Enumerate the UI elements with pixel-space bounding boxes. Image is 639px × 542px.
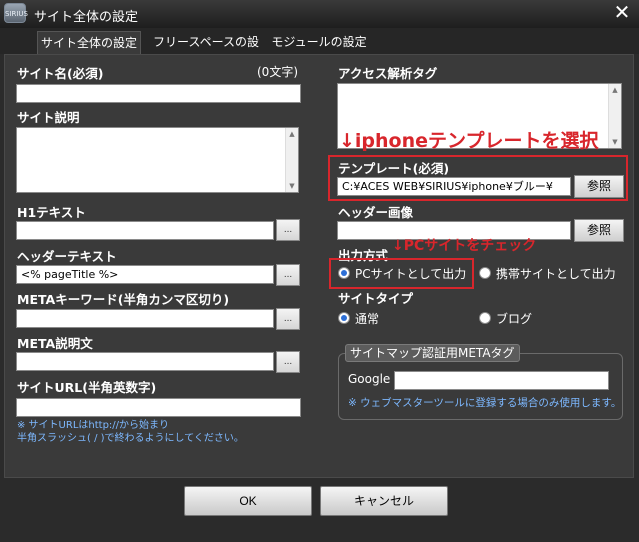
access-tag-scrollbar[interactable]: ▲ ▼ [608,84,621,148]
h1-text-input[interactable] [16,221,274,240]
annotation-check-pc: ↓PCサイトをチェック [392,238,537,254]
radio-selected-dot [341,315,347,321]
title-bar: SIRIUS サイト全体の設定 ✕ [0,0,639,28]
access-tag-label: アクセス解析タグ [338,66,438,81]
site-type-blog-radio[interactable] [479,312,491,324]
window-title: サイト全体の設定 [34,10,139,25]
meta-keywords-input[interactable] [16,309,274,328]
footer-bar: OK キャンセル [0,478,639,542]
mobile-output-label[interactable]: 携帯サイトとして出力 [496,265,616,282]
site-url-input[interactable] [16,398,301,417]
tab-site-settings[interactable]: サイト全体の設定 [37,31,141,54]
settings-panel: サイト名(必須) (0文字) サイト説明 ▲ ▼ H1テキスト ... ヘッダー… [4,54,634,478]
site-url-note-2: 半角スラッシュ( / )で終わるようにしてください。 [17,433,244,444]
scroll-down-icon[interactable]: ▼ [286,180,298,192]
ok-button[interactable]: OK [184,486,312,516]
sitemap-meta-title: サイトマップ認証用METAタグ [345,344,520,362]
annotation-select-template: ↓iphoneテンプレートを選択 [339,130,599,152]
site-desc-label: サイト説明 [17,110,80,125]
template-browse-button[interactable]: 参照 [574,175,624,198]
cancel-button[interactable]: キャンセル [320,486,448,516]
sitemap-note: ※ ウェブマスターツールに登録する場合のみ使用します。 [348,397,622,409]
header-text-label: ヘッダーテキスト [17,249,117,264]
meta-desc-label: META説明文 [17,336,93,351]
meta-keywords-label: METAキーワード(半角カンマ区切り) [17,292,230,307]
scroll-up-icon[interactable]: ▲ [609,84,621,96]
site-type-blog-label[interactable]: ブログ [496,310,532,327]
site-type-normal-radio[interactable] [338,312,350,324]
site-desc-scrollbar[interactable]: ▲ ▼ [285,128,298,192]
site-url-note-1: ※ サイトURLはhttp://から始まり [17,420,170,431]
site-type-label: サイトタイプ [338,291,414,306]
header-image-label: ヘッダー画像 [338,205,414,220]
close-button[interactable]: ✕ [609,2,635,24]
meta-desc-input[interactable] [16,352,274,371]
meta-desc-browse-button[interactable]: ... [276,351,300,373]
site-name-label: サイト名(必須) [17,66,104,81]
site-url-label: サイトURL(半角英数字) [17,380,157,395]
scroll-up-icon[interactable]: ▲ [286,128,298,140]
mobile-output-radio[interactable] [479,267,491,279]
tab-free-space[interactable]: フリースペースの設定 [148,31,264,72]
pc-output-label[interactable]: PCサイトとして出力 [355,265,466,282]
site-name-input[interactable] [16,84,301,103]
google-meta-input[interactable] [394,371,609,390]
template-path-input[interactable]: C:¥ACES WEB¥SIRIUS¥iphone¥ブルー¥ [337,177,571,196]
app-icon: SIRIUS [4,3,28,23]
meta-keywords-browse-button[interactable]: ... [276,308,300,330]
tab-modules[interactable]: モジュールの設定 [270,31,368,54]
site-name-char-count: (0文字) [257,65,298,79]
template-label: テンプレート(必須) [338,161,450,176]
h1-text-label: H1テキスト [17,205,86,220]
site-desc-textarea[interactable]: ▲ ▼ [16,127,299,193]
site-type-normal-label[interactable]: 通常 [355,310,379,327]
h1-text-browse-button[interactable]: ... [276,219,300,241]
scroll-down-icon[interactable]: ▼ [609,136,621,148]
google-label: Google [348,372,391,386]
radio-selected-dot [341,270,347,276]
header-text-browse-button[interactable]: ... [276,264,300,286]
tab-bar: サイト全体の設定 フリースペースの設定 モジュールの設定 [0,28,639,72]
header-image-browse-button[interactable]: 参照 [574,219,624,242]
header-text-input[interactable]: <% pageTitle %> [16,265,274,284]
pc-output-radio[interactable] [338,267,350,279]
